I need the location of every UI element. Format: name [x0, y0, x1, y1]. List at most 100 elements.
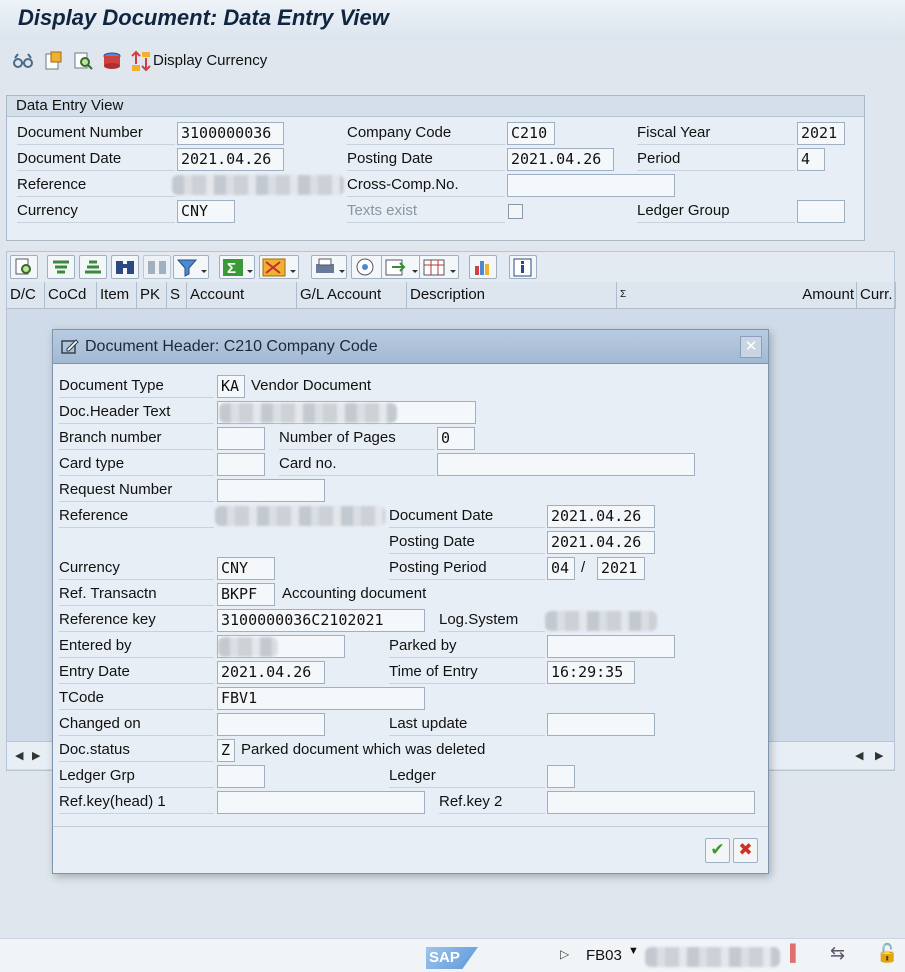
entry-date-field[interactable]: 2021.04.26 [217, 661, 325, 684]
layout-icon [423, 259, 456, 276]
find-button[interactable] [111, 255, 139, 279]
card-type-label: Card type [59, 453, 214, 476]
ref-key2-field[interactable] [547, 791, 755, 814]
reference-key-field[interactable]: 3100000036C2102021 [217, 609, 425, 632]
posting-period-separator: / [581, 559, 586, 576]
glasses-icon[interactable] [12, 50, 34, 72]
fiscal-year-field[interactable]: 2021 [797, 122, 845, 145]
column-header-cocd[interactable]: CoCd [45, 282, 97, 309]
ledger-group-field[interactable] [797, 200, 845, 223]
changed-on-label: Changed on [59, 713, 214, 736]
column-header-currency[interactable]: Curr. [857, 282, 896, 309]
entry-date-label: Entry Date [59, 661, 214, 684]
doc-status-text: Parked document which was deleted [241, 741, 486, 758]
ledger-grp-label: Ledger Grp [59, 765, 214, 788]
card-no-field[interactable] [437, 453, 695, 476]
cross-comp-label: Cross-Comp.No. [347, 174, 505, 197]
close-icon: ✕ [744, 338, 758, 355]
column-header-pk[interactable]: PK [137, 282, 167, 309]
database-icon[interactable] [101, 50, 123, 72]
last-update-field[interactable] [547, 713, 655, 736]
period-field[interactable]: 4 [797, 148, 825, 171]
dialog-close-button[interactable]: ✕ [740, 336, 762, 358]
column-header-s[interactable]: S [167, 282, 187, 309]
ledger-field[interactable] [547, 765, 575, 788]
posting-date-field[interactable]: 2021.04.26 [547, 531, 655, 554]
reference-field-redacted[interactable] [215, 506, 385, 526]
changed-on-field[interactable] [217, 713, 325, 736]
document-number-field[interactable]: 3100000036 [177, 122, 284, 145]
currency-field[interactable]: CNY [217, 557, 275, 580]
printer-icon [316, 258, 345, 273]
document-date-field[interactable]: 2021.04.26 [547, 505, 655, 528]
document-header-icon[interactable] [42, 50, 64, 72]
details-icon [15, 258, 31, 275]
currency-field[interactable]: CNY [177, 200, 235, 223]
document-date-field[interactable]: 2021.04.26 [177, 148, 284, 171]
posting-year-field[interactable]: 2021 [597, 557, 645, 580]
cancel-button[interactable]: ✖ [733, 838, 758, 863]
card-type-field[interactable] [217, 453, 265, 476]
doc-status-label: Doc.status [59, 739, 214, 762]
branch-number-label: Branch number [59, 427, 214, 450]
export-button[interactable] [381, 255, 421, 279]
branch-number-field[interactable] [217, 427, 265, 450]
layout-button[interactable] [419, 255, 459, 279]
column-header-amount[interactable]: Amount [767, 282, 857, 309]
sort-descending-icon [85, 260, 101, 274]
scroll-right-end-icon[interactable]: ▶ [875, 749, 883, 762]
period-label: Period [637, 148, 795, 171]
column-header-account[interactable]: Account [187, 282, 297, 309]
parked-by-field[interactable] [547, 635, 675, 658]
dialog-divider [53, 826, 768, 827]
reference-key-label: Reference key [59, 609, 214, 632]
find-next-button[interactable] [143, 255, 171, 279]
total-button[interactable]: Σ [219, 255, 255, 279]
search-document-icon[interactable] [72, 50, 94, 72]
cross-comp-field[interactable] [507, 174, 675, 197]
request-number-field[interactable] [217, 479, 325, 502]
grid-details-button[interactable] [10, 255, 38, 279]
info-button[interactable] [509, 255, 537, 279]
sort-ascending-button[interactable] [47, 255, 75, 279]
time-of-entry-label: Time of Entry [389, 661, 545, 684]
ledger-grp-field[interactable] [217, 765, 265, 788]
display-currency-button[interactable]: Display Currency [153, 52, 267, 69]
settings-sliders-icon[interactable]: ⇆ [830, 943, 845, 964]
company-code-field[interactable]: C210 [507, 122, 555, 145]
ref-transactn-field[interactable]: BKPF [217, 583, 275, 606]
confirm-button[interactable]: ✔ [705, 838, 730, 863]
scroll-right-icon[interactable]: ▶ [32, 749, 40, 762]
tcode-field[interactable]: FBV1 [217, 687, 425, 710]
column-header-description[interactable]: Description [407, 282, 617, 309]
texts-exist-checkbox[interactable] [508, 204, 523, 219]
column-header-dc[interactable]: D/C [7, 282, 45, 309]
graphic-button[interactable] [469, 255, 497, 279]
doc-header-text-redacted [219, 403, 397, 423]
posting-period-field[interactable]: 04 [547, 557, 575, 580]
scroll-left-end-icon[interactable]: ◀ [855, 749, 863, 762]
binoculars-icon [116, 261, 134, 274]
play-icon[interactable]: ▷ [560, 947, 569, 961]
sort-descending-button[interactable] [79, 255, 107, 279]
column-header-gl-account[interactable]: G/L Account [297, 282, 407, 309]
status-dropdown-icon[interactable]: ▼ [628, 945, 639, 957]
unlock-icon[interactable]: 🔓 [876, 943, 898, 964]
print-button[interactable] [311, 255, 347, 279]
posting-date-field[interactable]: 2021.04.26 [507, 148, 614, 171]
currency-arrows-icon[interactable] [130, 50, 152, 72]
number-of-pages-field[interactable]: 0 [437, 427, 475, 450]
filter-button[interactable] [173, 255, 209, 279]
subtotal-button[interactable] [259, 255, 299, 279]
column-header-item[interactable]: Item [97, 282, 137, 309]
document-type-field[interactable]: KA [217, 375, 245, 398]
log-system-field-redacted[interactable] [545, 611, 657, 631]
reference-field-redacted[interactable] [172, 175, 344, 195]
ref-transactn-text: Accounting document [282, 585, 427, 602]
document-type-text: Vendor Document [251, 377, 372, 394]
doc-status-field[interactable]: Z [217, 739, 235, 762]
scroll-left-icon[interactable]: ◀ [15, 749, 23, 762]
filter-icon [176, 259, 207, 277]
ref-key-head1-field[interactable] [217, 791, 425, 814]
time-of-entry-field[interactable]: 16:29:35 [547, 661, 635, 684]
